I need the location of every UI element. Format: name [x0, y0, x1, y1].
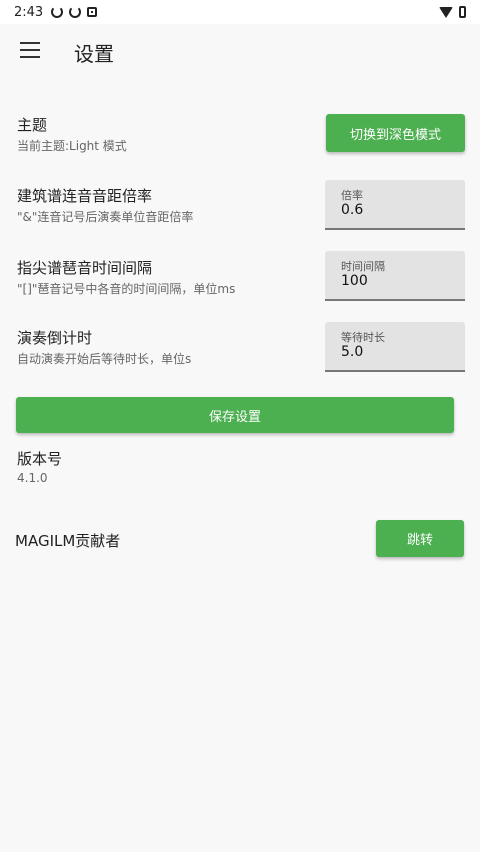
spacing-title: 建筑谱连音音距倍率 [17, 187, 153, 205]
countdown-title: 演奏倒计时 [17, 329, 93, 347]
page-title: 设置 [74, 42, 114, 66]
spacing-desc: "&"连音记号后演奏单位音距倍率 [17, 210, 194, 224]
interval-desc: "[]"琶音记号中各音的时间间隔，单位ms [17, 282, 236, 296]
status-bar: 2:43 [0, 0, 480, 24]
countdown-desc: 自动演奏开始后等待时长，单位s [17, 352, 192, 366]
status-right [439, 6, 466, 18]
status-time: 2:43 [14, 4, 44, 20]
spacing-field-value[interactable]: 0.6 [341, 202, 363, 218]
spacing-field-label: 倍率 [341, 189, 363, 202]
switch-dark-mode-button[interactable]: 切换到深色模式 [326, 114, 465, 152]
hamburger-menu-icon[interactable] [20, 42, 40, 58]
interval-field-value[interactable]: 100 [341, 273, 368, 289]
app-bar: 设置 [0, 24, 480, 78]
countdown-field-value[interactable]: 5.0 [341, 344, 363, 360]
theme-title: 主题 [17, 116, 48, 134]
spacing-ratio-field[interactable]: 倍率 0.6 [325, 180, 465, 230]
interval-field-label: 时间间隔 [341, 260, 385, 273]
version-value: 4.1.0 [17, 471, 48, 485]
countdown-field[interactable]: 等待时长 5.0 [325, 322, 465, 372]
interval-field[interactable]: 时间间隔 100 [325, 251, 465, 301]
wifi-icon [439, 6, 453, 18]
save-settings-button[interactable]: 保存设置 [16, 397, 454, 433]
notification-square-icon [87, 7, 98, 17]
theme-desc: 当前主题:Light 模式 [17, 139, 127, 153]
version-title: 版本号 [17, 450, 63, 468]
sync-icon [69, 6, 82, 18]
interval-title: 指尖谱琶音时间间隔 [17, 259, 153, 277]
sync-icon [51, 6, 64, 18]
countdown-field-label: 等待时长 [341, 331, 385, 344]
battery-icon [459, 6, 466, 18]
jump-button[interactable]: 跳转 [376, 520, 464, 557]
contributors-title: MAGILM贡献者 [15, 532, 121, 550]
